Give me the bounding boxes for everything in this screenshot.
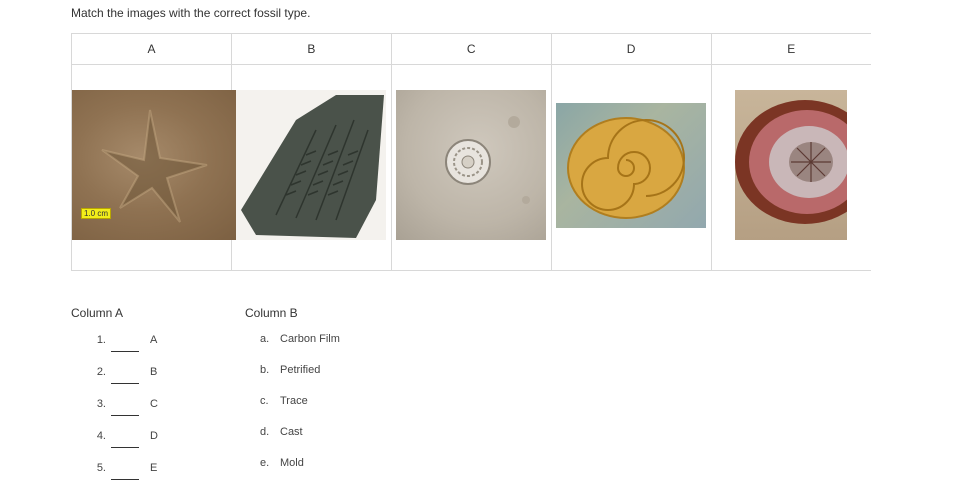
row-number: 3. — [96, 398, 106, 410]
column-a-title: Column A — [71, 306, 124, 320]
row-letter: A — [150, 334, 158, 346]
row-letter: C — [150, 398, 158, 410]
option-text: Cast — [280, 426, 303, 438]
header-e: E — [710, 33, 871, 65]
image-cell-a: 1.0 cm — [71, 64, 248, 271]
instructions-text: Match the images with the correct fossil… — [71, 6, 311, 20]
option-text: Carbon Film — [280, 333, 340, 345]
image-cell-d — [550, 64, 712, 271]
answer-input-3[interactable] — [111, 401, 139, 416]
row-number: 4. — [96, 430, 106, 442]
ammonite-mold-fossil-image — [556, 102, 707, 228]
option-text: Trace — [280, 395, 308, 407]
option-letter: a. — [260, 333, 270, 345]
starfish-trace-fossil-image: 1.0 cm — [72, 90, 248, 240]
option-letter: c. — [260, 395, 269, 407]
column-b-title: Column B — [245, 306, 298, 320]
row-number: 2. — [96, 366, 106, 378]
option-text: Mold — [280, 457, 304, 469]
row-number: 5. — [96, 462, 106, 474]
round-cast-fossil-image — [396, 90, 547, 240]
header-d: D — [550, 33, 712, 65]
answer-input-4[interactable] — [111, 433, 139, 448]
fern-carbon-film-fossil-image — [236, 90, 387, 240]
row-letter: D — [150, 430, 158, 442]
answer-input-5[interactable] — [111, 465, 139, 480]
scale-label: 1.0 cm — [81, 208, 112, 219]
image-cell-c — [390, 64, 552, 271]
image-cell-b — [230, 64, 392, 271]
answer-input-2[interactable] — [111, 369, 139, 384]
image-cell-e — [710, 64, 871, 271]
option-letter: b. — [260, 364, 270, 376]
option-letter: e. — [260, 457, 270, 469]
option-letter: d. — [260, 426, 270, 438]
header-c: C — [390, 33, 552, 65]
row-number: 1. — [96, 334, 106, 346]
row-letter: E — [150, 462, 158, 474]
fossil-image-table: A B C D E 1.0 cm — [71, 33, 871, 271]
petrified-wood-fossil-image — [735, 90, 848, 240]
header-b: B — [230, 33, 392, 65]
row-letter: B — [150, 366, 158, 378]
answer-input-1[interactable] — [111, 337, 139, 352]
option-text: Petrified — [280, 364, 321, 376]
header-a: A — [71, 33, 232, 65]
